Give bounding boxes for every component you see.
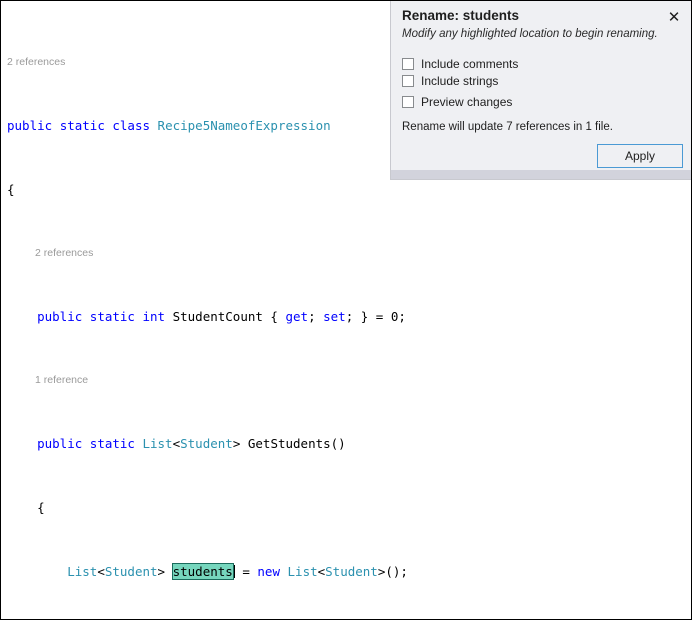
checkbox-box-icon[interactable] — [402, 96, 414, 108]
checkbox-include-comments[interactable]: Include comments — [402, 55, 518, 73]
close-icon[interactable]: ✕ — [664, 7, 684, 27]
checkbox-label: Include comments — [421, 57, 519, 71]
code-line-class-open-brace: { — [7, 182, 15, 197]
rename-highlight-active[interactable]: students — [171, 563, 234, 580]
checkbox-box-icon[interactable] — [402, 58, 414, 70]
codelens-method-references[interactable]: 1 reference — [7, 373, 691, 388]
text-caret — [232, 565, 235, 578]
code-line-method-open-brace: { — [7, 500, 45, 515]
checkbox-preview-changes[interactable]: Preview changes — [402, 93, 512, 111]
rename-dialog-title: Rename: students — [402, 8, 520, 23]
rename-dialog-subtitle: Modify any highlighted location to begin… — [402, 28, 658, 40]
token-class-name: Recipe5NameofExpression — [157, 118, 331, 133]
checkbox-label: Include strings — [421, 74, 499, 88]
checkbox-label: Preview changes — [421, 95, 513, 109]
rename-info-text: Rename will update 7 references in 1 fil… — [402, 121, 613, 133]
code-line-studentcount-property: public static int StudentCount { get; se… — [37, 309, 406, 324]
rename-dialog: Rename: students ✕ Modify any highlighte… — [390, 1, 691, 180]
checkbox-include-strings[interactable]: Include strings — [402, 72, 498, 90]
codelens-property-references[interactable]: 2 references — [7, 246, 691, 261]
dialog-footer-bar — [391, 170, 691, 179]
screenshot-root: 2 references public static class Recipe5… — [0, 0, 692, 620]
code-line-students-declaration: List<Student> students = new List<Studen… — [67, 563, 408, 580]
checkbox-box-icon[interactable] — [402, 75, 414, 87]
code-line-getstudents-signature: public static List<Student> GetStudents(… — [37, 436, 346, 451]
apply-button[interactable]: Apply — [597, 144, 683, 168]
